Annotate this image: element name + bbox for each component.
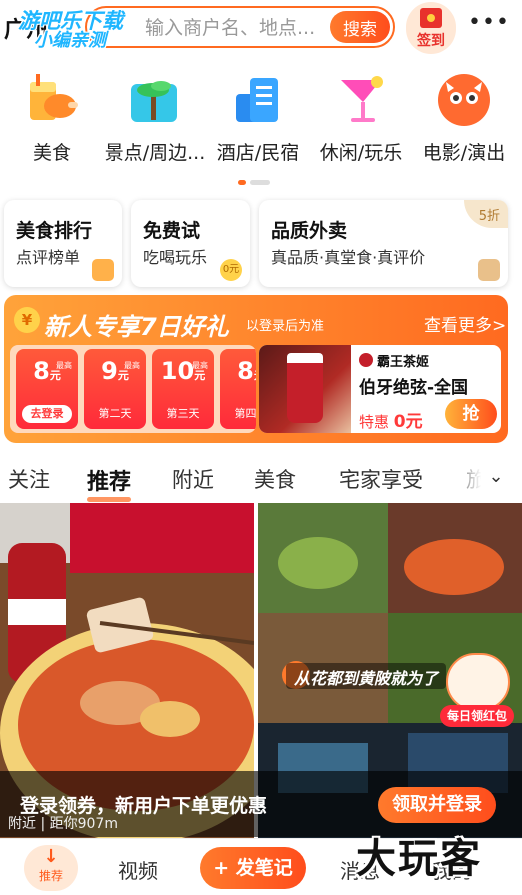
pager-dot-active	[238, 180, 246, 185]
hotel-icon	[230, 72, 286, 128]
category-scenic[interactable]: 景点/周边...	[103, 72, 207, 165]
category-hotel[interactable]: 酒店/民宿	[206, 72, 310, 165]
promo-more-link[interactable]: 查看更多>	[424, 311, 506, 336]
deal-price: 特惠 0元	[359, 407, 423, 432]
category-label: 电影/演出	[422, 142, 506, 164]
grab-button[interactable]: 抢	[445, 399, 497, 429]
scenic-icon	[127, 72, 183, 128]
category-pager	[238, 180, 278, 186]
coupon-amount: 9元	[84, 357, 146, 385]
claim-login-button[interactable]: 领取并登录	[378, 787, 496, 823]
tab-nearby[interactable]: 附近	[172, 464, 214, 494]
distance-label: 附近 | 距你907m	[8, 816, 118, 832]
promo-subtitle: 以登录后为准	[246, 319, 325, 334]
discount-badge: 5折	[464, 200, 508, 228]
feed-caption: 从花都到黄陂就为了	[286, 663, 447, 689]
drink-deal-card[interactable]: 霸王茶姬 伯牙绝弦-全国 特惠 0元 抢	[259, 345, 501, 433]
signin-button[interactable]: 签到	[406, 2, 456, 54]
coupon-login-button[interactable]: 去登录	[22, 405, 72, 423]
arrow-down-icon: ↓	[43, 846, 59, 867]
tea-cup-icon	[287, 353, 323, 423]
category-movie[interactable]: 电影/演出	[412, 72, 516, 165]
chevron-down-icon[interactable]: ⌄	[484, 466, 508, 488]
coupon-value: 8	[33, 357, 50, 385]
coupon-amount: 8元	[16, 357, 78, 385]
gift-coin-icon: ¥	[14, 307, 40, 333]
coupon-unit: 元	[49, 369, 61, 382]
deal-price-label: 特惠	[359, 413, 390, 431]
card-title: 免费试	[143, 220, 201, 242]
nav-video[interactable]: 视频	[118, 855, 158, 884]
post-note-button[interactable]: + 发笔记	[200, 847, 306, 889]
coupon-day3[interactable]: 最高 10元 第三天	[152, 349, 214, 429]
coupon-day-label: 第四天	[234, 407, 257, 420]
watermark-overlay: 游吧乐下载 小编亲测	[18, 10, 148, 51]
coupon-day4[interactable]: 最高 8元 第四天	[220, 349, 256, 429]
free-trial-card[interactable]: 免费试 吃喝玩乐 0元	[131, 200, 250, 287]
leisure-icon	[333, 72, 389, 128]
red-packet-label: 每日领红包	[440, 705, 514, 727]
deal-price-value: 0元	[393, 412, 423, 432]
deal-name: 伯牙绝弦-全国	[359, 378, 469, 398]
search-button[interactable]: 搜索	[330, 11, 390, 43]
deal-brand: 霸王茶姬	[377, 355, 430, 370]
feed-tabs: 关注 推荐 附近 美食 宅家享受 旅 ⌄	[0, 458, 522, 502]
coupon-value: 10	[160, 357, 195, 385]
coupon-amount: 10元	[152, 357, 214, 385]
card-subtitle: 点评榜单	[16, 248, 81, 267]
category-leisure[interactable]: 休闲/玩乐	[309, 72, 413, 165]
watermark-line2: 小编亲测	[34, 30, 106, 52]
coupon-day2[interactable]: 最高 9元 第二天	[84, 349, 146, 429]
coupon-amount: 8元	[220, 357, 256, 385]
coupon-day1[interactable]: 最高 8元 去登录	[16, 349, 78, 429]
coupon-strip: 最高 8元 去登录 最高 9元 第二天 最高 10元 第三天 最高 8元 第四天	[10, 345, 256, 433]
category-grid: 美食 景点/周边... 酒店/民宿 休闲/玩乐 电影/演出	[0, 72, 522, 172]
red-packet-float[interactable]: 每日领红包	[440, 653, 514, 729]
coupon-value: 9	[101, 357, 118, 385]
dessert-icon	[446, 653, 510, 711]
arrow-up-icon	[92, 259, 114, 281]
brand-logo-icon	[359, 353, 373, 367]
coupon-unit: 元	[254, 369, 256, 382]
nav-recommend-label: 推荐	[38, 869, 63, 883]
movie-icon	[436, 72, 492, 128]
card-subtitle: 吃喝玩乐	[143, 248, 208, 267]
tab-recommend[interactable]: 推荐	[87, 464, 132, 502]
new-user-promo-banner[interactable]: ¥ 新人专享7日好礼 以登录后为准 查看更多> 最高 8元 去登录 最高 9元 …	[4, 295, 508, 443]
nav-recommend[interactable]: ↓ 推荐	[24, 845, 78, 891]
more-icon[interactable]: •••	[468, 12, 509, 40]
category-label: 美食	[32, 142, 71, 164]
coupon-value: 8	[237, 357, 254, 385]
category-label: 景点/周边...	[104, 142, 206, 164]
pager-dot	[250, 180, 270, 185]
watermark-bottom: 大玩客	[356, 836, 482, 882]
quality-takeout-card[interactable]: 品质外卖 真品质·真堂食·真评价 5折	[259, 200, 508, 287]
card-title: 美食排行	[16, 220, 93, 242]
drink-image	[259, 345, 351, 433]
tab-follow[interactable]: 关注	[8, 464, 50, 494]
zero-yuan-badge: 0元	[220, 259, 242, 281]
top-bar: 广州 搜索 游吧乐下载 小编亲测 签到 •••	[0, 0, 522, 58]
category-food[interactable]: 美食	[0, 72, 104, 165]
tab-food[interactable]: 美食	[254, 464, 296, 494]
food-ranking-card[interactable]: 美食排行 点评榜单	[4, 200, 122, 287]
card-subtitle: 真品质·真堂食·真评价	[271, 248, 426, 267]
search-input[interactable]	[145, 16, 330, 40]
promo-title: 新人专享7日好礼	[44, 313, 229, 341]
coupon-day-label: 第三天	[166, 407, 200, 420]
tab-home[interactable]: 宅家享受	[339, 464, 423, 494]
signin-label: 签到	[417, 33, 445, 49]
takeout-bag-icon	[478, 259, 500, 281]
red-envelope-icon	[420, 8, 442, 28]
watermark-line1: 游吧乐下载	[18, 9, 123, 33]
food-icon	[24, 72, 80, 128]
coupon-unit: 元	[194, 369, 206, 382]
card-title: 品质外卖	[271, 220, 348, 242]
coupon-unit: 元	[117, 369, 129, 382]
category-label: 休闲/玩乐	[319, 142, 403, 164]
category-label: 酒店/民宿	[216, 142, 300, 164]
coupon-day-label: 第二天	[98, 407, 132, 420]
